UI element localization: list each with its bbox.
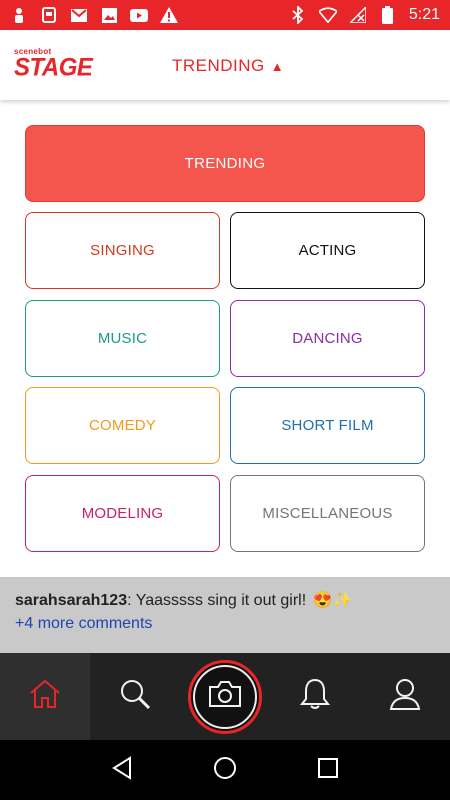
comment-preview[interactable]: sarahsarah123: Yaasssss sing it out girl… [0, 577, 450, 653]
comment-emoji: 😍✨ [312, 592, 353, 609]
category-acting-button[interactable]: ACTING [230, 212, 425, 289]
warning-icon [160, 6, 178, 24]
category-dancing-button[interactable]: DANCING [230, 300, 425, 377]
gmail-icon [70, 6, 88, 24]
search-icon [118, 677, 152, 716]
home-icon [28, 678, 62, 715]
bell-icon [299, 677, 331, 716]
category-panel: TRENDING SINGING ACTING MUSIC DANCING CO… [0, 100, 450, 577]
phone-message-icon [40, 6, 58, 24]
android-back-button[interactable] [107, 755, 137, 785]
youtube-icon [130, 6, 148, 24]
home-circle-icon [213, 756, 237, 785]
comment-text: Yaasssss sing it out girl! [131, 592, 307, 609]
caret-up-icon: ▲ [270, 58, 285, 74]
android-navigation-bar [0, 740, 450, 800]
camera-button-inner [193, 664, 257, 729]
app-header: scenebot STAGE TRENDING ▲ [0, 30, 450, 100]
category-short-film-button[interactable]: SHORT FILM [230, 387, 425, 464]
category-dropdown[interactable]: TRENDING ▲ [172, 56, 284, 76]
nav-profile[interactable] [360, 653, 450, 740]
android-recents-button[interactable] [313, 755, 343, 785]
category-singing-button[interactable]: SINGING [25, 212, 220, 289]
status-bar: 5:21 [0, 0, 450, 30]
comment-line: sarahsarah123: Yaasssss sing it out girl… [15, 590, 435, 610]
logo-big-text: STAGE [14, 53, 93, 82]
person-icon [10, 6, 28, 24]
back-icon [111, 755, 133, 785]
nav-notifications[interactable] [270, 653, 360, 740]
wifi-icon [318, 6, 337, 24]
no-signal-icon [349, 6, 367, 24]
bluetooth-icon [289, 6, 307, 24]
category-trending-button[interactable]: TRENDING [25, 125, 425, 202]
status-notifications [10, 6, 178, 24]
battery-icon [379, 6, 397, 24]
bottom-nav [0, 653, 450, 740]
camera-button[interactable] [188, 659, 262, 734]
comment-username[interactable]: sarahsarah123 [15, 592, 127, 609]
image-icon [100, 6, 118, 24]
camera-icon [208, 680, 242, 713]
category-comedy-button[interactable]: COMEDY [25, 387, 220, 464]
category-modeling-button[interactable]: MODELING [25, 475, 220, 552]
nav-camera[interactable] [180, 653, 270, 740]
category-music-button[interactable]: MUSIC [25, 300, 220, 377]
status-time: 5:21 [408, 6, 440, 23]
more-comments-link[interactable]: +4 more comments [15, 615, 152, 633]
recents-icon [317, 757, 339, 784]
nav-search[interactable] [90, 653, 180, 740]
app-logo[interactable]: scenebot STAGE [14, 48, 93, 82]
category-dropdown-label: TRENDING [172, 56, 265, 75]
category-miscellaneous-button[interactable]: MISCELLANEOUS [230, 475, 425, 552]
nav-home[interactable] [0, 653, 90, 740]
android-home-button[interactable] [210, 755, 240, 785]
profile-icon [389, 677, 421, 716]
status-system: 5:21 [289, 6, 440, 24]
